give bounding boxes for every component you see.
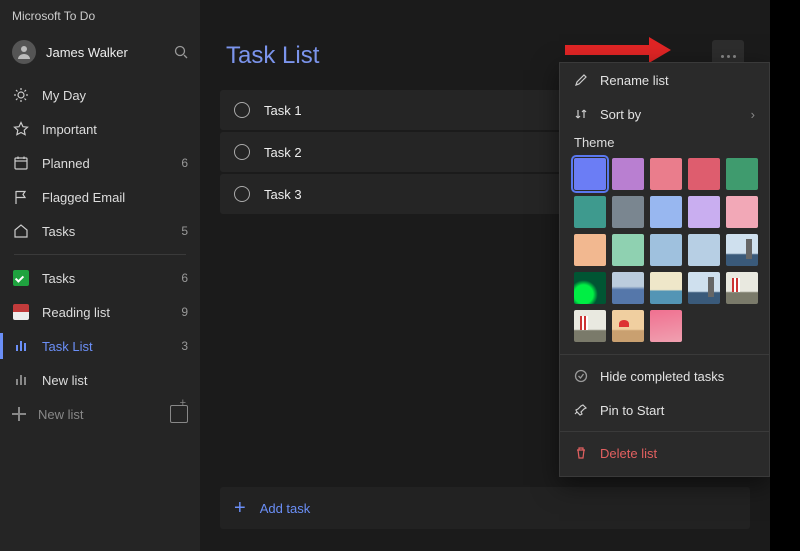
theme-swatch[interactable] (726, 234, 758, 266)
new-list-button[interactable]: New list (0, 397, 200, 431)
sidebar-item-label: Reading list (42, 305, 110, 320)
theme-swatch[interactable] (650, 310, 682, 342)
pin-icon (574, 403, 588, 417)
home-icon (12, 223, 30, 239)
trash-icon (574, 446, 588, 460)
search-icon[interactable] (174, 45, 188, 59)
flag-icon (12, 189, 30, 205)
profile-name: James Walker (46, 45, 128, 60)
menu-sort[interactable]: Sort by › (560, 97, 769, 131)
sidebar-item-tasks[interactable]: Tasks 5 (0, 214, 200, 248)
theme-swatch[interactable] (650, 234, 682, 266)
menu-label: Delete list (600, 446, 657, 461)
list-icon (12, 375, 30, 385)
sidebar-item-count: 9 (181, 305, 188, 319)
theme-swatch[interactable] (574, 310, 606, 342)
sidebar-item-count: 6 (181, 156, 188, 170)
menu-hide-completed[interactable]: Hide completed tasks (560, 359, 769, 393)
theme-swatch[interactable] (688, 272, 720, 304)
sidebar-item-label: Tasks (42, 224, 75, 239)
task-label: Task 1 (264, 103, 302, 118)
smart-lists: My Day Important Planned 6 Flagged Email (0, 78, 200, 431)
avatar (12, 40, 36, 64)
star-icon (12, 121, 30, 137)
sidebar-item-label: Flagged Email (42, 190, 125, 205)
main: Task List Task 1 Task 2 Task 3 + (200, 0, 770, 551)
menu-label: Rename list (600, 73, 669, 88)
sidebar-item-label: Important (42, 122, 97, 137)
new-list-label: New list (38, 407, 84, 422)
theme-swatch[interactable] (650, 196, 682, 228)
sidebar-list-tasklist[interactable]: Task List 3 (0, 329, 200, 363)
theme-swatch[interactable] (612, 234, 644, 266)
profile-row[interactable]: James Walker (0, 32, 200, 72)
divider (560, 431, 769, 432)
sidebar: James Walker My Day Important Planned 6 (0, 0, 200, 551)
list-options-menu: Rename list Sort by › Theme Hide complet… (559, 62, 770, 477)
sidebar-item-label: Task List (42, 339, 93, 354)
sidebar-item-flagged[interactable]: Flagged Email (0, 180, 200, 214)
sidebar-item-planned[interactable]: Planned 6 (0, 146, 200, 180)
theme-swatch[interactable] (612, 196, 644, 228)
theme-swatch[interactable] (726, 272, 758, 304)
sidebar-item-label: New list (42, 373, 88, 388)
sidebar-item-count: 5 (181, 224, 188, 238)
theme-swatch[interactable] (574, 196, 606, 228)
theme-swatch[interactable] (574, 158, 606, 190)
sidebar-item-important[interactable]: Important (0, 112, 200, 146)
theme-swatch[interactable] (688, 158, 720, 190)
app-title: Microsoft To Do (0, 9, 95, 23)
add-task-button[interactable]: + Add task (220, 487, 750, 529)
menu-label: Sort by (600, 107, 641, 122)
chevron-right-icon: › (751, 107, 755, 122)
divider (560, 354, 769, 355)
list-icon (12, 341, 30, 351)
sort-icon (574, 107, 588, 121)
sidebar-list-tasks[interactable]: Tasks 6 (0, 261, 200, 295)
theme-swatch[interactable] (612, 272, 644, 304)
plus-icon: + (234, 497, 246, 520)
theme-swatches (560, 158, 769, 350)
calendar-icon (12, 155, 30, 171)
theme-swatch[interactable] (726, 196, 758, 228)
pencil-icon (574, 73, 588, 87)
complete-circle-icon[interactable] (234, 102, 250, 118)
theme-swatch[interactable] (612, 310, 644, 342)
theme-swatch[interactable] (650, 158, 682, 190)
sidebar-item-myday[interactable]: My Day (0, 78, 200, 112)
menu-label: Pin to Start (600, 403, 664, 418)
checkbox-icon (12, 270, 30, 286)
sidebar-item-label: My Day (42, 88, 86, 103)
divider (14, 254, 186, 255)
sidebar-item-label: Tasks (42, 271, 75, 286)
menu-rename[interactable]: Rename list (560, 63, 769, 97)
task-label: Task 3 (264, 187, 302, 202)
book-icon (12, 304, 30, 320)
sidebar-list-newlist[interactable]: New list (0, 363, 200, 397)
sidebar-item-count: 3 (181, 339, 188, 353)
theme-label: Theme (560, 131, 769, 158)
complete-circle-icon[interactable] (234, 144, 250, 160)
theme-swatch[interactable] (726, 158, 758, 190)
new-group-icon[interactable] (170, 405, 188, 423)
list-title[interactable]: Task List (226, 42, 319, 70)
theme-swatch[interactable] (688, 234, 720, 266)
add-task-label: Add task (260, 501, 311, 516)
menu-label: Hide completed tasks (600, 369, 724, 384)
sun-icon (12, 87, 30, 103)
theme-swatch[interactable] (574, 272, 606, 304)
sidebar-item-count: 6 (181, 271, 188, 285)
task-label: Task 2 (264, 145, 302, 160)
sidebar-item-label: Planned (42, 156, 90, 171)
theme-swatch[interactable] (688, 196, 720, 228)
menu-delete[interactable]: Delete list (560, 436, 769, 470)
check-circle-icon (574, 369, 588, 383)
sidebar-list-reading[interactable]: Reading list 9 (0, 295, 200, 329)
complete-circle-icon[interactable] (234, 186, 250, 202)
plus-icon (12, 407, 26, 421)
theme-swatch[interactable] (650, 272, 682, 304)
menu-pin[interactable]: Pin to Start (560, 393, 769, 427)
theme-swatch[interactable] (612, 158, 644, 190)
theme-swatch[interactable] (574, 234, 606, 266)
